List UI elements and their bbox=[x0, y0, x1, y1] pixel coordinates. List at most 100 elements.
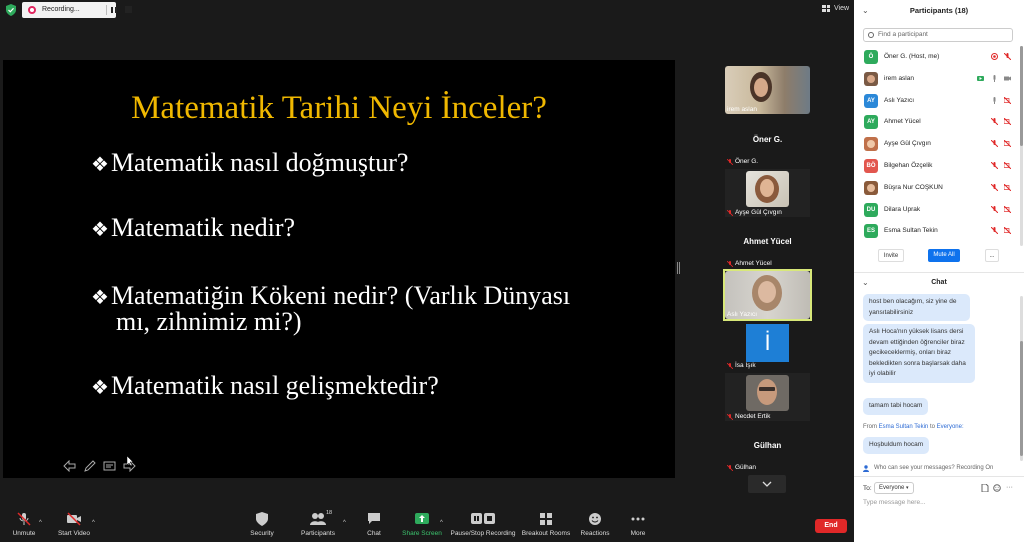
participant-search-input[interactable]: Find a participant bbox=[863, 28, 1013, 42]
participants-label: Participants bbox=[301, 530, 335, 537]
chat-scrollbar[interactable] bbox=[1020, 296, 1023, 461]
reactions-smiley-icon bbox=[589, 513, 601, 525]
video-options-caret-icon[interactable]: ^ bbox=[92, 520, 95, 526]
emoji-icon[interactable] bbox=[993, 484, 1001, 492]
more-dots-icon[interactable]: ··· bbox=[1006, 484, 1013, 491]
participant-row[interactable]: ES Esma Sultan Tekin bbox=[854, 220, 1024, 242]
video-tile[interactable]: İ İsa Işık bbox=[725, 322, 810, 370]
tile-name-label: Aslı Yazıcı bbox=[727, 311, 758, 318]
participant-row[interactable]: Büşra Nur COŞKUN bbox=[854, 177, 1024, 199]
stop-recording-icon[interactable] bbox=[125, 6, 132, 13]
video-off-icon bbox=[1004, 205, 1011, 213]
split-view-handle[interactable] bbox=[677, 262, 680, 274]
start-video-button[interactable]: Start Video bbox=[44, 512, 104, 537]
end-meeting-button[interactable]: End bbox=[815, 519, 847, 533]
pause-stop-recording-icon bbox=[471, 513, 495, 524]
grid-icon bbox=[822, 5, 830, 12]
video-on-icon bbox=[1004, 76, 1011, 81]
audio-options-caret-icon[interactable]: ^ bbox=[39, 520, 42, 526]
slide-bullet: ❖Matematik nedir? bbox=[91, 213, 295, 245]
from-to: to bbox=[929, 424, 935, 430]
chat-message-input[interactable]: Type message here... bbox=[863, 499, 926, 506]
participant-row[interactable]: irem aslan bbox=[854, 68, 1024, 90]
arrow-left-icon[interactable] bbox=[63, 460, 76, 472]
participant-row[interactable]: DU Dilara Uprak bbox=[854, 199, 1024, 221]
share-screen-button[interactable]: Share Screen bbox=[392, 512, 452, 537]
invite-button[interactable]: Invite bbox=[878, 249, 904, 262]
participant-row[interactable]: Ö Öner G. (Host, me) bbox=[854, 46, 1024, 68]
video-off-icon bbox=[67, 512, 81, 526]
view-label: View bbox=[834, 5, 850, 12]
bullet-text: Matematik nedir? bbox=[110, 213, 296, 242]
security-label: Security bbox=[250, 530, 274, 537]
video-tile-active-speaker[interactable]: Aslı Yazıcı bbox=[723, 269, 812, 321]
video-tile[interactable]: Necdet Ertik bbox=[725, 373, 810, 421]
scrollbar-thumb[interactable] bbox=[1020, 46, 1023, 146]
who-can-see-messages-link[interactable]: Who can see your messages? Recording On bbox=[863, 465, 993, 472]
file-icon[interactable] bbox=[981, 484, 989, 492]
mic-muted-icon[interactable] bbox=[991, 140, 998, 148]
participant-video bbox=[754, 78, 768, 97]
tile-name-label: Gülhan bbox=[735, 464, 756, 471]
pen-icon[interactable] bbox=[83, 460, 96, 472]
recording-label: Recording... bbox=[42, 6, 80, 13]
participant-name: Dilara Uprak bbox=[884, 205, 921, 213]
scrollbar-thumb[interactable] bbox=[1020, 341, 1023, 456]
participants-list: Ö Öner G. (Host, me) irem aslan AY Aslı … bbox=[854, 46, 1024, 242]
bullet-text: Matematik nasıl gelişmektedir? bbox=[110, 371, 439, 400]
gallery-scroll-down-button[interactable] bbox=[748, 475, 786, 493]
mic-muted-icon[interactable] bbox=[991, 183, 998, 191]
recording-dot-icon bbox=[28, 6, 36, 14]
sender-name-link[interactable]: Esma Sultan Tekin bbox=[879, 424, 929, 430]
participant-row[interactable]: AY Aslı Yazıcı bbox=[854, 90, 1024, 112]
more-button[interactable]: More bbox=[608, 512, 668, 537]
participants-button[interactable]: 18 Participants bbox=[288, 510, 348, 537]
participants-scrollbar[interactable] bbox=[1020, 46, 1023, 246]
participants-icon bbox=[310, 513, 326, 525]
tile-name: irem aslan bbox=[727, 106, 757, 113]
slides-icon[interactable] bbox=[103, 460, 116, 472]
security-button[interactable]: Security bbox=[232, 512, 292, 537]
mic-muted-icon[interactable] bbox=[991, 118, 998, 126]
video-tile[interactable]: Ayşe Gül Çıvgın bbox=[725, 169, 810, 217]
avatar bbox=[864, 180, 878, 195]
mic-muted-icon bbox=[727, 209, 733, 216]
divider bbox=[854, 476, 1024, 477]
mic-icon[interactable] bbox=[991, 96, 998, 104]
mic-muted-icon[interactable] bbox=[991, 227, 998, 235]
mic-icon[interactable] bbox=[991, 74, 998, 82]
video-tile[interactable]: Gülhan Gülhan bbox=[725, 424, 810, 472]
mute-all-button[interactable]: Mute All bbox=[928, 249, 960, 262]
participant-row[interactable]: BÖ Bilgehan Özçelik bbox=[854, 155, 1024, 177]
participant-video bbox=[758, 281, 776, 303]
more-options-button[interactable]: ... bbox=[985, 249, 999, 262]
chat-title: Chat bbox=[931, 279, 947, 286]
view-button[interactable]: View bbox=[822, 5, 849, 12]
mic-muted-icon[interactable] bbox=[991, 205, 998, 213]
tile-name-label: Ayşe Gül Çıvgın bbox=[735, 209, 782, 216]
share-options-caret-icon[interactable]: ^ bbox=[440, 520, 443, 526]
chat-message: Aslı Hoca'nın yüksek lisans dersi devam … bbox=[863, 324, 975, 383]
video-tile[interactable]: irem aslan bbox=[725, 66, 810, 114]
mic-muted-icon[interactable] bbox=[991, 161, 998, 169]
participant-name: irem aslan bbox=[884, 74, 914, 82]
pause-stop-recording-button[interactable]: Pause/Stop Recording bbox=[450, 512, 516, 537]
people-icon bbox=[863, 465, 869, 472]
mic-muted-icon[interactable] bbox=[1004, 53, 1011, 60]
pause-recording-icon[interactable] bbox=[111, 7, 117, 13]
unmute-label: Unmute bbox=[12, 530, 36, 537]
avatar: ES bbox=[864, 224, 878, 239]
participant-row[interactable]: AY Ahmet Yücel bbox=[854, 111, 1024, 133]
tile-name: Ahmet Yücel bbox=[727, 260, 772, 267]
participant-video bbox=[760, 179, 774, 197]
avatar: AY bbox=[864, 115, 878, 130]
security-shield-icon[interactable] bbox=[6, 4, 16, 16]
recipient-link[interactable]: Everyone: bbox=[937, 424, 964, 430]
recording-icon bbox=[991, 53, 998, 60]
video-tile[interactable]: Ahmet Yücel Ahmet Yücel bbox=[725, 220, 810, 268]
from-prefix: From bbox=[863, 424, 877, 430]
recipient-dropdown[interactable]: Everyone ▾ bbox=[874, 482, 914, 494]
chat-label: Chat bbox=[367, 530, 381, 537]
video-tile[interactable]: Öner G. Öner G. bbox=[725, 118, 810, 166]
participant-row[interactable]: Ayşe Gül Çıvgın bbox=[854, 133, 1024, 155]
